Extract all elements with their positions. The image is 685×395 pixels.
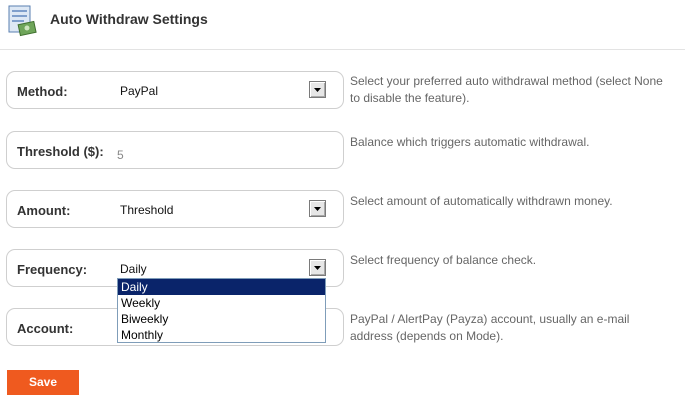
amount-help: Select amount of automatically withdrawn… <box>350 194 613 208</box>
threshold-label: Threshold ($): <box>17 144 104 159</box>
frequency-dropdown-list[interactable]: Daily Weekly Biweekly Monthly <box>117 278 326 343</box>
account-help: PayPal / AlertPay (Payza) account, usual… <box>350 312 630 343</box>
threshold-field[interactable]: Threshold ($): 5 <box>6 131 344 169</box>
amount-dropdown-arrow-icon[interactable] <box>309 200 326 217</box>
frequency-dropdown-arrow-icon[interactable] <box>309 259 326 276</box>
save-button[interactable]: Save <box>7 370 79 395</box>
amount-label: Amount: <box>17 203 71 218</box>
method-help: Select your preferred auto withdrawal me… <box>350 74 663 105</box>
frequency-option-weekly[interactable]: Weekly <box>118 295 325 311</box>
account-label: Account: <box>17 321 74 336</box>
frequency-label: Frequency: <box>17 262 88 277</box>
amount-value[interactable]: Threshold <box>120 203 173 217</box>
amount-select[interactable]: Amount: Threshold <box>6 190 344 228</box>
frequency-option-daily[interactable]: Daily <box>118 279 325 295</box>
threshold-input[interactable]: 5 <box>117 148 124 162</box>
frequency-option-biweekly[interactable]: Biweekly <box>118 311 325 327</box>
threshold-help: Balance which triggers automatic withdra… <box>350 135 590 149</box>
frequency-value[interactable]: Daily <box>120 262 147 276</box>
frequency-option-monthly[interactable]: Monthly <box>118 327 325 343</box>
page-header: Auto Withdraw Settings <box>0 0 685 50</box>
frequency-help: Select frequency of balance check. <box>350 253 537 267</box>
method-value[interactable]: PayPal <box>120 84 158 98</box>
withdraw-settings-icon <box>8 5 37 37</box>
method-select[interactable]: Method: PayPal <box>6 71 344 109</box>
method-dropdown-arrow-icon[interactable] <box>309 81 326 98</box>
method-label: Method: <box>17 84 68 99</box>
page-title: Auto Withdraw Settings <box>50 11 208 27</box>
